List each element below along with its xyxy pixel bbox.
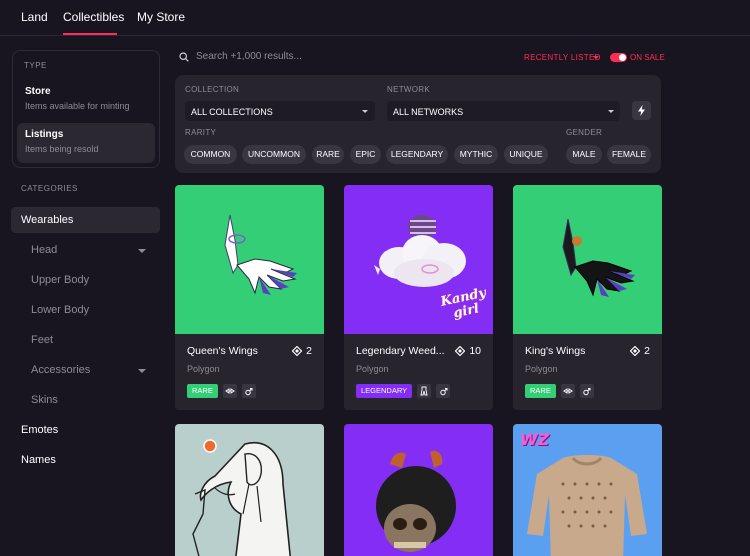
rarity-chip-legendary[interactable]: LEGENDARY xyxy=(386,145,448,164)
item-name: King's Wings xyxy=(525,345,586,357)
gender-label: GENDER xyxy=(566,128,603,137)
tab-collectibles[interactable]: Collectibles xyxy=(63,10,124,24)
item-thumbnail xyxy=(513,185,662,334)
lightning-icon[interactable] xyxy=(632,101,651,120)
network-label: NETWORK xyxy=(387,85,430,94)
wearable-icon xyxy=(222,384,237,398)
collection-select[interactable]: ALL COLLECTIONS xyxy=(185,101,375,121)
type-listings-title: Listings xyxy=(25,129,64,140)
categories-title: CATEGORIES xyxy=(21,184,78,193)
type-store-subtitle: Items available for minting xyxy=(25,101,130,111)
rarity-badge: RARE xyxy=(187,384,218,398)
head-chevron-down-icon[interactable] xyxy=(138,249,146,253)
type-store[interactable]: Store Items available for minting xyxy=(17,80,155,120)
type-title: TYPE xyxy=(24,61,47,70)
category-names[interactable]: Names xyxy=(21,454,56,466)
network-value: ALL NETWORKS xyxy=(393,107,464,117)
rarity-badge: RARE xyxy=(525,384,556,398)
tab-land[interactable]: Land xyxy=(21,10,48,24)
type-listings[interactable]: Listings Items being resold xyxy=(17,123,155,163)
search-input[interactable] xyxy=(196,48,396,64)
item-name: Queen's Wings xyxy=(187,345,258,357)
item-thumbnail xyxy=(192,439,292,556)
type-store-title: Store xyxy=(25,86,51,97)
rarity-chip-common[interactable]: COMMON xyxy=(184,145,237,164)
category-head[interactable]: Head xyxy=(31,244,57,256)
rarity-chip-unique[interactable]: UNIQUE xyxy=(504,145,548,164)
top-nav: Land Collectibles My Store xyxy=(0,0,750,36)
wz-logo: WZ xyxy=(520,430,550,449)
network-chevron-down-icon xyxy=(608,110,614,113)
active-tab-indicator xyxy=(63,33,117,35)
rarity-chip-uncommon[interactable]: UNCOMMON xyxy=(242,145,306,164)
wearable-icon xyxy=(560,384,575,398)
item-price-value: 10 xyxy=(469,345,481,357)
type-listings-subtitle: Items being resold xyxy=(25,144,99,154)
item-card[interactable]: Kandy girl Legendary Weed... 10 Polygon L… xyxy=(344,185,493,410)
sort-dropdown[interactable]: RECENTLY LISTED xyxy=(524,53,601,62)
rarity-chip-mythic[interactable]: MYTHIC xyxy=(454,145,498,164)
category-skins[interactable]: Skins xyxy=(31,394,58,406)
rarity-badge: LEGENDARY xyxy=(356,384,413,398)
rarity-label: RARITY xyxy=(185,128,217,137)
category-emotes[interactable]: Emotes xyxy=(21,424,58,436)
item-price: 2 xyxy=(292,345,312,357)
on-sale-label: ON SALE xyxy=(630,53,665,62)
item-thumbnail xyxy=(376,450,456,552)
category-accessories[interactable]: Accessories xyxy=(31,364,90,376)
item-network: Polygon xyxy=(525,364,558,374)
collection-value: ALL COLLECTIONS xyxy=(191,107,273,117)
unisex-icon xyxy=(436,384,451,398)
collection-chevron-down-icon xyxy=(362,110,368,113)
tab-my-store[interactable]: My Store xyxy=(137,10,185,24)
unisex-icon xyxy=(579,384,594,398)
rarity-chip-rare[interactable]: RARE xyxy=(312,145,344,164)
category-wearables[interactable]: Wearables xyxy=(21,214,73,226)
category-upper-body[interactable]: Upper Body xyxy=(31,274,89,286)
mana-icon xyxy=(630,346,641,356)
item-name: Legendary Weed... xyxy=(356,345,445,357)
item-card[interactable] xyxy=(175,424,324,556)
item-card[interactable]: King's Wings 2 Polygon RARE xyxy=(513,185,662,410)
sort-chevron-down-icon[interactable] xyxy=(593,56,599,59)
item-price: 10 xyxy=(455,345,481,357)
rarity-chip-epic[interactable]: EPIC xyxy=(350,145,381,164)
gender-chip-male[interactable]: MALE xyxy=(566,145,602,164)
gender-chip-female[interactable]: FEMALE xyxy=(607,145,651,164)
item-card[interactable] xyxy=(344,424,493,556)
mana-icon xyxy=(455,346,466,356)
item-network: Polygon xyxy=(187,364,220,374)
network-select[interactable]: ALL NETWORKS xyxy=(387,101,620,121)
item-price-value: 2 xyxy=(306,345,312,357)
unisex-icon xyxy=(241,384,256,398)
on-sale-toggle[interactable] xyxy=(610,53,627,62)
item-price: 2 xyxy=(630,345,650,357)
item-card[interactable]: WZ xyxy=(513,424,662,556)
mana-icon xyxy=(292,346,303,356)
item-network: Polygon xyxy=(356,364,389,374)
collection-label: COLLECTION xyxy=(185,85,240,94)
category-feet[interactable]: Feet xyxy=(31,334,53,346)
item-thumbnail: Kandy girl xyxy=(344,185,493,334)
accessories-chevron-down-icon[interactable] xyxy=(138,369,146,373)
item-card[interactable]: Queen's Wings 2 Polygon RARE xyxy=(175,185,324,410)
item-thumbnail xyxy=(175,185,324,334)
category-lower-body[interactable]: Lower Body xyxy=(31,304,89,316)
item-price-value: 2 xyxy=(644,345,650,357)
search-icon xyxy=(179,52,189,62)
wearable-icon xyxy=(417,384,432,398)
